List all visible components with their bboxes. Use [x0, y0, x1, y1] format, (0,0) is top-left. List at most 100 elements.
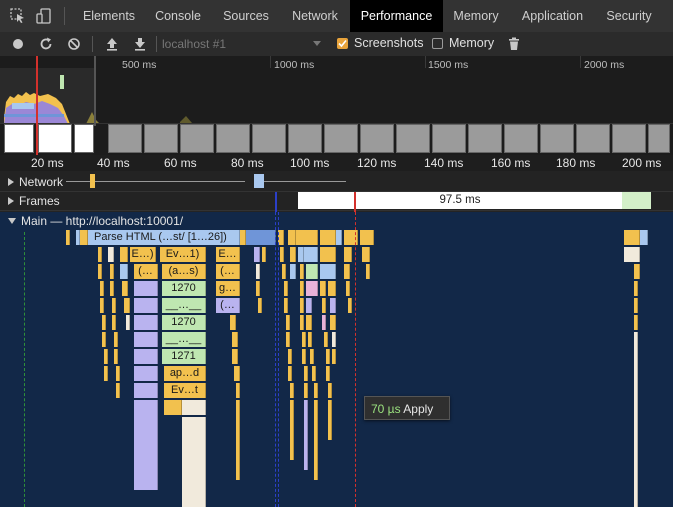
flame-block[interactable]: [112, 298, 116, 313]
flame-block[interactable]: [286, 332, 290, 347]
flame-block[interactable]: [336, 230, 342, 245]
flame-block[interactable]: [624, 247, 640, 262]
flame-block[interactable]: [284, 281, 288, 296]
flame-block[interactable]: [322, 315, 326, 330]
event-block[interactable]: (…: [216, 264, 240, 279]
flame-block[interactable]: [66, 230, 70, 245]
screenshot-thumbnail[interactable]: [144, 124, 178, 153]
flame-block[interactable]: [282, 264, 286, 279]
flame-block[interactable]: [300, 281, 304, 296]
flame-block[interactable]: [134, 315, 158, 330]
flame-block[interactable]: [300, 298, 304, 313]
flame-block[interactable]: [134, 298, 158, 313]
flame-block[interactable]: [310, 349, 314, 364]
screenshot-thumbnail[interactable]: [432, 124, 466, 153]
flame-block[interactable]: [302, 332, 306, 347]
reload-icon[interactable]: [38, 36, 54, 52]
flame-block-stack[interactable]: [290, 400, 294, 460]
tab-console[interactable]: Console: [144, 0, 212, 32]
screenshot-thumbnail[interactable]: [288, 124, 322, 153]
flame-block[interactable]: [182, 400, 206, 415]
screenshots-checkbox[interactable]: [337, 38, 348, 49]
flame-block[interactable]: [288, 366, 292, 381]
screenshot-thumbnail[interactable]: [504, 124, 538, 153]
flame-block[interactable]: [320, 230, 336, 245]
device-toolbar-icon[interactable]: [36, 8, 52, 24]
flame-block[interactable]: [306, 264, 318, 279]
flame-block[interactable]: [346, 281, 350, 296]
flame-block-stack[interactable]: [314, 400, 318, 480]
flame-block[interactable]: [102, 332, 106, 347]
flame-block[interactable]: [332, 349, 336, 364]
screenshot-thumbnail[interactable]: [4, 124, 34, 153]
flame-block[interactable]: [322, 298, 326, 313]
flame-block[interactable]: [332, 332, 336, 347]
event-block[interactable]: g…: [216, 281, 240, 296]
network-request-bar[interactable]: [254, 174, 264, 188]
event-block[interactable]: 1270: [162, 315, 206, 330]
event-block[interactable]: Ev…1): [160, 247, 206, 262]
screenshot-thumbnail[interactable]: [396, 124, 430, 153]
flame-block[interactable]: [104, 366, 108, 381]
flame-block[interactable]: [134, 383, 158, 398]
network-track-header[interactable]: Network: [8, 175, 63, 189]
flame-block-stack[interactable]: [182, 417, 206, 507]
flame-block[interactable]: [110, 264, 114, 279]
flame-block[interactable]: [306, 315, 312, 330]
flame-block[interactable]: [108, 247, 114, 262]
flame-block[interactable]: [330, 315, 336, 330]
event-block[interactable]: 1270: [162, 281, 206, 296]
flame-block[interactable]: [312, 366, 316, 381]
flame-block-stack[interactable]: [236, 400, 240, 480]
screenshot-thumbnail[interactable]: [74, 124, 94, 153]
flame-block[interactable]: [258, 298, 262, 313]
flame-block[interactable]: [308, 332, 312, 347]
flame-block[interactable]: [110, 281, 114, 296]
screenshot-thumbnail[interactable]: [468, 124, 502, 153]
flame-block[interactable]: [300, 315, 304, 330]
flame-block[interactable]: [302, 349, 306, 364]
flame-block[interactable]: [114, 332, 118, 347]
trash-icon[interactable]: [506, 36, 522, 52]
flame-block[interactable]: [246, 230, 276, 245]
flame-block[interactable]: [326, 349, 330, 364]
frames-track-header[interactable]: Frames: [8, 194, 60, 208]
record-icon[interactable]: [10, 36, 26, 52]
flame-block[interactable]: [306, 298, 312, 313]
flame-block[interactable]: [320, 264, 336, 279]
event-block[interactable]: 1271: [162, 349, 206, 364]
screenshot-thumbnail[interactable]: [108, 124, 142, 153]
event-block[interactable]: E…): [130, 247, 156, 262]
flame-block[interactable]: [124, 298, 130, 313]
overview-range-handle[interactable]: [94, 56, 96, 126]
flame-block[interactable]: [286, 315, 290, 330]
event-block[interactable]: (a…s): [162, 264, 206, 279]
flame-block[interactable]: [304, 383, 308, 398]
flame-block[interactable]: [134, 332, 158, 347]
flame-block[interactable]: [104, 349, 108, 364]
flame-block[interactable]: [314, 383, 318, 398]
event-block[interactable]: (…: [216, 298, 240, 313]
tab-security[interactable]: Security: [596, 0, 662, 32]
flame-block[interactable]: [256, 264, 260, 279]
flame-block[interactable]: [290, 264, 296, 279]
flame-block-stack[interactable]: [328, 400, 332, 440]
profile-select[interactable]: localhost #1: [162, 36, 326, 52]
event-block[interactable]: (…: [134, 264, 158, 279]
flame-block[interactable]: [98, 264, 102, 279]
flame-block[interactable]: [126, 315, 130, 330]
event-block[interactable]: __…__: [162, 298, 206, 313]
screenshot-thumbnail[interactable]: [180, 124, 214, 153]
flame-block-stack[interactable]: [134, 400, 158, 490]
flame-block[interactable]: [306, 281, 318, 296]
screenshot-thumbnail[interactable]: [360, 124, 394, 153]
frame-bar-next[interactable]: [622, 192, 651, 209]
flame-block[interactable]: [634, 264, 640, 279]
parse-html-block[interactable]: Parse HTML (…st/ [1…26]): [88, 230, 240, 245]
flame-block[interactable]: [80, 230, 88, 245]
flame-block[interactable]: [288, 230, 296, 245]
flame-block[interactable]: [320, 281, 326, 296]
flame-block[interactable]: [624, 230, 640, 245]
screenshot-thumbnail[interactable]: [38, 124, 72, 153]
flame-block[interactable]: [280, 247, 284, 262]
